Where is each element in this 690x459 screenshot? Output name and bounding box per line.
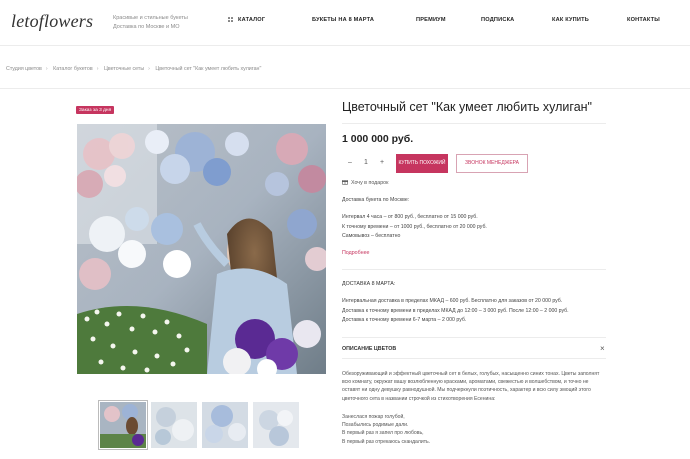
wishlist-label: Хочу в подарок — [351, 180, 389, 186]
breadcrumb-divider — [0, 88, 690, 89]
product-title: Цветочный сет "Как умеет любить хулиган" — [342, 100, 592, 114]
description-poem: Занеслася пожар голубой, Позабылись роди… — [342, 413, 430, 446]
title-divider — [342, 123, 606, 124]
quantity-stepper: – 1 + — [342, 156, 390, 172]
thumbnail-image — [100, 402, 146, 448]
description-text: Обезоруживающий и эффектный цветочный се… — [342, 371, 600, 402]
section-divider — [342, 337, 606, 338]
breadcrumb-separator: › — [45, 66, 48, 72]
march-delivery-line: Доставка к точному времени 6-7 марта – 2… — [342, 317, 467, 323]
nav-label: Как купить — [552, 17, 589, 23]
march-delivery-line: Интервальная доставка в пределах МКАД – … — [342, 298, 563, 304]
thumbnail-1[interactable] — [98, 400, 148, 450]
nav-label: Премиум — [416, 17, 446, 23]
close-icon[interactable]: × — [600, 344, 605, 353]
breadcrumb-item[interactable]: Каталог букетов — [53, 66, 93, 72]
nav-label: Букеты на 8 марта — [312, 17, 375, 23]
tagline-line: Красивые и стильные букеты — [113, 15, 188, 21]
nav-subscription[interactable]: Подписка — [481, 17, 514, 23]
breadcrumb-item[interactable]: Цветочные сеты — [104, 66, 144, 72]
more-details-link[interactable]: Подробнее — [342, 250, 369, 256]
poem-line: В первый раз я запел про любовь, — [342, 430, 424, 437]
qty-increase-button[interactable]: + — [380, 159, 384, 166]
header-divider — [0, 45, 690, 46]
delivery-line: К точному времени – от 1000 руб., беспла… — [342, 223, 487, 230]
gift-icon — [342, 180, 348, 185]
poem-line: Занеслася пожар голубой, — [342, 414, 405, 420]
thumbnail-image — [253, 402, 299, 448]
delivery-badge: Заказ за 3 дня — [76, 106, 115, 114]
nav-label: Контакты — [627, 17, 660, 23]
thumbnail-image — [151, 402, 197, 448]
march-delivery-heading: ДОСТАВКА 8 МАРТА: — [342, 281, 396, 287]
product-main-photo[interactable] — [77, 124, 326, 374]
delivery-line: Самовывоз – бесплатно — [342, 233, 401, 239]
breadcrumb-separator: › — [148, 66, 150, 72]
delivery-line: Интервал 4 часа – от 800 руб., бесплатно… — [342, 214, 478, 220]
nav-contacts[interactable]: Контакты — [627, 17, 660, 23]
nav-how-to-buy[interactable]: Как купить — [552, 17, 589, 23]
nav-label: Подписка — [481, 17, 515, 23]
nav-premium[interactable]: Премиум — [416, 17, 446, 23]
site-logo[interactable]: letoflowers — [11, 11, 93, 32]
breadcrumb: Студия цветов › Каталог букетов › Цветочны… — [6, 66, 265, 72]
site-tagline: Красивые и стильные букеты Доставка по М… — [113, 14, 188, 32]
section-divider — [342, 269, 606, 270]
section-divider — [342, 358, 606, 359]
delivery-heading: Доставка букета по Москве: — [342, 197, 410, 203]
breadcrumb-separator: › — [96, 66, 99, 72]
nav-catalog[interactable]: Каталог — [228, 17, 266, 23]
site-header: letoflowers Красивые и стильные букеты Д… — [0, 0, 690, 42]
wishlist-link[interactable]: Хочу в подарок — [342, 179, 388, 186]
description-accordion-header[interactable]: Описание цветов — [342, 346, 396, 352]
poem-line: В первый раз отрекаюсь скандалить. — [342, 438, 431, 445]
nav-march8[interactable]: Букеты на 8 марта — [312, 17, 374, 23]
bouquet-photo-image — [77, 124, 326, 374]
buy-similar-button[interactable]: Купить похожий — [396, 154, 448, 173]
thumbnail-image — [202, 402, 248, 448]
thumbnail-4[interactable] — [253, 402, 299, 448]
call-manager-button[interactable]: Звонок менеджера — [456, 154, 528, 173]
product-price: 1 000 000 руб. — [342, 133, 414, 145]
march-delivery-line: Доставка к точному времени в пределах МК… — [342, 307, 569, 314]
thumbnail-3[interactable] — [202, 402, 248, 448]
breadcrumb-current: Цветочный сет "Как умеет любить хулиган" — [155, 66, 262, 72]
thumbnail-2[interactable] — [151, 402, 197, 448]
poem-line: Позабылись родимые дали. — [342, 422, 409, 429]
tagline-line: Доставка по Москве и МО — [113, 24, 180, 30]
nav-label: Каталог — [238, 17, 266, 23]
breadcrumb-item[interactable]: Студия цветов — [6, 66, 42, 72]
qty-decrease-button[interactable]: – — [348, 159, 352, 166]
qty-value[interactable]: 1 — [364, 159, 368, 166]
grid-dots-icon — [228, 17, 233, 22]
